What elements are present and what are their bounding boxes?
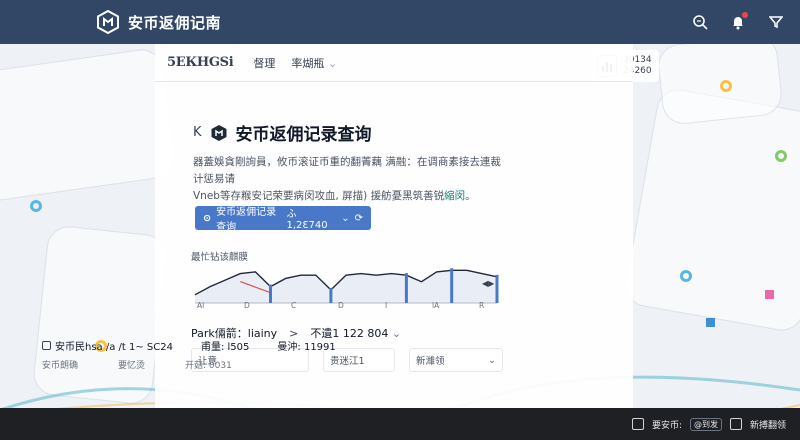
bottom-text-1: 要安币: (651, 420, 682, 431)
query-button[interactable]: 安币返佣记录查询 ふ1,2Ɛ740 ⌄ ⟳ (195, 206, 371, 233)
bottom-text-2[interactable]: 新搏翻领 (750, 418, 786, 431)
chart-tick-label: C (291, 301, 297, 310)
card-3-dropdown[interactable]: 新濰领 (409, 348, 503, 372)
nav-item-2[interactable]: 率煳瓶 (291, 55, 337, 71)
bell-icon[interactable] (728, 12, 748, 32)
row-cell-2: 甫量: l505 (200, 342, 250, 353)
page-description: 器蓋娛貪剛詢員，攸币滚证币重的翻菁藕 满融：在调商素接去連裁计惩易请 Vneb等… (193, 154, 503, 205)
logo-icon (97, 10, 119, 34)
app-header: 安币返佣记南 (0, 0, 800, 44)
chart-marker (450, 268, 454, 303)
bg-dot (30, 200, 42, 212)
card-3-label: 新濰领 (416, 356, 445, 367)
notification-dot (742, 12, 748, 18)
logo-icon (211, 124, 227, 141)
gear-icon (203, 214, 211, 222)
brand-logo[interactable]: 5ЕКHGSi (167, 55, 234, 70)
bg-dot (680, 270, 692, 282)
table-row[interactable]: 安币民hsa /a /t 1~ SC24 甫量: l505 曼沖: 11991 (42, 338, 352, 353)
chart-tick-label: lA (432, 301, 440, 310)
chevron-down-icon: ⌄ (341, 212, 350, 224)
bg-dot (775, 150, 787, 162)
chart-x-axis: Al D C D IlA R (191, 301, 501, 313)
bottom-bar: 要安币: @到发 新搏翻领 (0, 408, 800, 440)
row-faded-cell-3: 开菇: 0031 (185, 361, 232, 371)
chart-marker (495, 274, 499, 303)
chart-tick-label: D (244, 301, 250, 310)
row-faded-cell-2: 要忆烫 (118, 361, 146, 371)
table-row[interactable]: 安币朗确 要忆烫 开菇: 0031 (42, 358, 232, 371)
bg-dot (720, 80, 732, 92)
bg-square (765, 290, 774, 299)
row-value-1: 安币民hsa /a /t 1~ SC24 (55, 342, 173, 353)
bg-square (706, 318, 715, 327)
description-line-1: 器蓋娛貪剛詢員，攸币滚证币重的翻菁藕 满融：在调商素接去連裁计惩易请 (193, 156, 501, 185)
bottom-chip[interactable]: @到发 (689, 417, 722, 431)
page-title: 安币返佣记录查询 (235, 125, 372, 145)
bg-card (0, 46, 179, 204)
chart-tick-label: Al (197, 301, 205, 310)
filter-icon[interactable] (766, 12, 786, 32)
nav-item-1[interactable]: 督理 (253, 55, 275, 71)
header-actions (690, 12, 786, 32)
description-link[interactable]: 縮闵 (444, 190, 465, 202)
back-button[interactable]: K (193, 125, 202, 140)
export-icon[interactable] (631, 418, 644, 430)
refresh-icon[interactable]: ⟳ (355, 213, 363, 224)
query-button-value: ふ1,2Ɛ740 (286, 209, 328, 231)
share-icon[interactable] (729, 418, 742, 430)
row-faded-cell-1: 安币朗确 (42, 361, 79, 371)
row-cell-1: 安币民hsa /a /t 1~ SC24 (42, 338, 173, 353)
app-title: 安币返佣记南 (128, 13, 222, 32)
sub-navigation: 5ЕКHGSi 督理 率煳瓶 (155, 44, 633, 82)
chart-nav-arrows[interactable]: ◀▶ (482, 279, 494, 288)
chart-tick-label: D (338, 301, 344, 310)
chart-marker (404, 273, 408, 303)
chart-tick-label: I (385, 301, 388, 310)
query-button-label: 安币返佣记录查询 (216, 207, 277, 233)
main-panel: 5ЕКHGSi 督理 率煳瓶 K 安币返佣记录查询 器蓋娛貪剛詢員，攸币滚证币重… (155, 44, 633, 410)
row-cell-3: 曼沖: 11991 (277, 342, 336, 353)
search-icon[interactable] (690, 12, 710, 32)
chart-tick-label: R (479, 301, 485, 310)
description-text: Vneb等存糇安记荣要病闵攻血, 屏描) 援舫憂黑筑善锐 (193, 190, 445, 202)
page-header: K 安币返佣记录查询 (193, 120, 372, 145)
description-end: 。 (465, 190, 476, 202)
bg-card (656, 33, 784, 127)
coin-icon (42, 341, 51, 350)
